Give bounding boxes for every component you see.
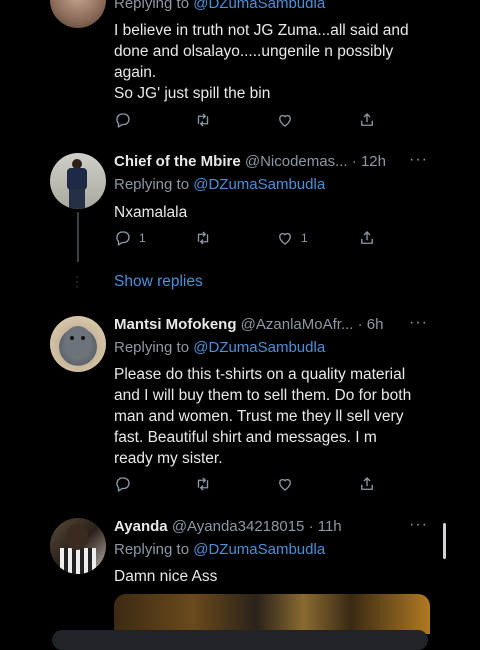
tweet-media-image[interactable] xyxy=(114,594,430,634)
author-handle[interactable]: @Ayanda34218015 xyxy=(172,518,305,535)
tweet-actions xyxy=(114,474,384,494)
reply-icon xyxy=(116,477,130,492)
retweet-button[interactable] xyxy=(194,228,212,248)
author-name[interactable]: Mantsi Mofokeng xyxy=(114,316,237,333)
share-button[interactable] xyxy=(358,474,376,494)
retweet-button[interactable] xyxy=(194,110,212,130)
retweet-icon xyxy=(197,113,209,127)
author-row: Mantsi Mofokeng @AzanlaMoAfr... · 6h xyxy=(114,316,444,333)
reply-button[interactable]: 1 xyxy=(114,228,146,248)
tweet-2[interactable]: Chief of the Mbire @Nicodemas... · 12h ·… xyxy=(0,151,480,253)
like-icon xyxy=(279,114,291,127)
avatar[interactable] xyxy=(50,153,106,209)
tweet-text: Damn nice Ass xyxy=(114,568,218,585)
reply-to: Replying to @DZumaSambudla xyxy=(114,176,326,193)
author-row: Chief of the Mbire @Nicodemas... · 12h xyxy=(114,153,444,170)
reply-icon xyxy=(116,113,130,128)
tweet-actions xyxy=(114,110,384,130)
more-icon[interactable]: ··· xyxy=(409,516,428,534)
like-icon xyxy=(279,478,291,491)
reply-compose-bar[interactable] xyxy=(52,630,428,650)
author-handle[interactable]: @AzanlaMoAfr... xyxy=(241,316,354,333)
more-icon[interactable]: ··· xyxy=(409,151,428,169)
author-row: Ayanda @Ayanda34218015 · 11h xyxy=(114,518,444,535)
timestamp[interactable]: · 11h xyxy=(309,518,342,535)
share-icon xyxy=(361,113,373,126)
share-icon xyxy=(361,231,373,244)
timestamp[interactable]: · 6h xyxy=(358,316,384,333)
tweet-3[interactable]: Mantsi Mofokeng @AzanlaMoAfr... · 6h ···… xyxy=(0,314,480,496)
avatar[interactable] xyxy=(50,518,106,574)
reply-icon xyxy=(116,231,130,246)
mention-link[interactable]: @DZumaSambudla xyxy=(193,541,325,558)
timestamp[interactable]: · 12h xyxy=(352,153,386,170)
tweet-actions: 1 1 xyxy=(114,228,384,248)
mention-link[interactable]: @DZumaSambudla xyxy=(193,339,325,356)
author-name[interactable]: Ayanda xyxy=(114,518,168,535)
thread-dots-icon: · · · xyxy=(75,269,79,293)
reply-to: Replying to @DZumaSambudla xyxy=(114,339,326,356)
tweet-text: Please do this t-shirts on a quality mat… xyxy=(114,366,412,467)
like-button[interactable]: 1 xyxy=(276,228,308,248)
reply-to: Replying to @DZumaSambudla xyxy=(114,541,326,558)
mention-link[interactable]: @DZumaSambudla xyxy=(193,0,325,12)
reply-count: 1 xyxy=(139,231,146,245)
reply-to: Replying to @DZumaSambudla xyxy=(114,0,325,12)
retweet-icon xyxy=(197,477,209,491)
share-icon xyxy=(361,477,373,490)
mention-link[interactable]: @DZumaSambudla xyxy=(193,176,325,193)
tweet-1[interactable]: Replying to @DZumaSambudla I believe in … xyxy=(0,0,480,140)
reply-button[interactable] xyxy=(114,474,132,494)
like-count: 1 xyxy=(301,231,308,245)
like-button[interactable] xyxy=(276,110,294,130)
author-name[interactable]: Chief of the Mbire xyxy=(114,153,241,170)
avatar[interactable] xyxy=(50,0,106,28)
more-icon[interactable]: ··· xyxy=(409,314,428,332)
like-button[interactable] xyxy=(276,474,294,494)
share-button[interactable] xyxy=(358,228,376,248)
like-icon xyxy=(279,232,291,245)
retweet-button[interactable] xyxy=(194,474,212,494)
reply-button[interactable] xyxy=(114,110,132,130)
author-handle[interactable]: @Nicodemas... xyxy=(245,153,348,170)
avatar[interactable] xyxy=(50,316,106,372)
tweet-text: I believe in truth not JG Zuma...all sai… xyxy=(114,22,409,102)
retweet-icon xyxy=(197,231,209,245)
scrollbar[interactable] xyxy=(443,523,446,559)
share-button[interactable] xyxy=(358,110,376,130)
tweet-text: Nxamalala xyxy=(114,204,188,221)
show-replies-link[interactable]: Show replies xyxy=(114,273,203,291)
